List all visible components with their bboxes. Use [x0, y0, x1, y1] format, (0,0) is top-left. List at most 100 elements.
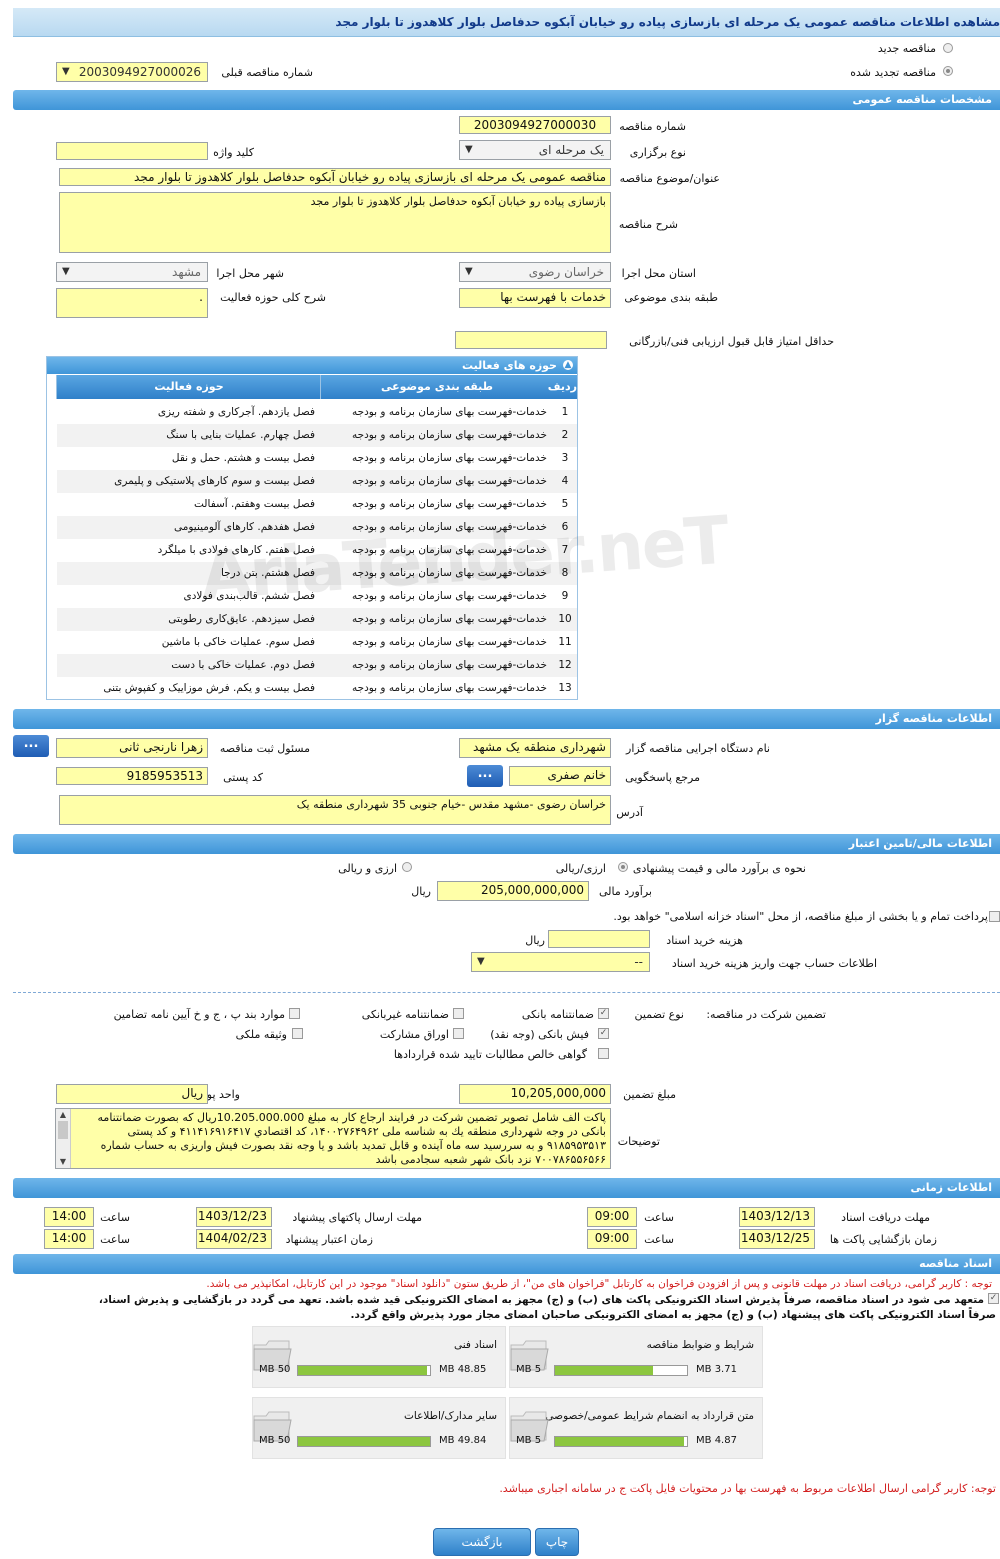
back-button[interactable]: بازگشت — [433, 1528, 531, 1556]
scroll-down-icon[interactable]: ▼ — [56, 1156, 70, 1168]
document-name: شرایط و ضوابط مناقصه — [646, 1339, 754, 1351]
prev-number-select[interactable]: ▼ 2003094927000026 — [56, 62, 208, 82]
new-tender-radio[interactable] — [943, 43, 953, 53]
col-category[interactable]: طبقه بندی موضوعی — [320, 375, 553, 399]
table-row[interactable]: 5 خدمات-فهرست بهای سازمان برنامه و بودجه ف… — [57, 493, 577, 516]
activity-field-cell: فصل چهارم. عملیات بنایی با سنگ — [166, 429, 315, 441]
min-score-field[interactable] — [455, 331, 607, 349]
activity-desc-label: شرح کلی حوزه فعالیت — [220, 291, 326, 304]
chevron-down-icon: ▼ — [477, 956, 485, 967]
commitment-checkbox[interactable]: ✓ — [988, 1293, 999, 1304]
timing-section-title: اطلاعات زمانی — [910, 1181, 992, 1194]
address-textarea[interactable]: خراسان رضوی -مشهد مقدس -خیام جنوبی 35 شه… — [59, 795, 611, 825]
receive-deadline-field[interactable]: 1403/12/13 — [739, 1207, 815, 1227]
estimate-field[interactable]: 205,000,000,000 — [437, 881, 589, 901]
send-time-field[interactable]: 14:00 — [44, 1207, 94, 1227]
opening-field[interactable]: 1403/12/25 — [739, 1229, 815, 1249]
bank-guarantee-checkbox[interactable]: ✓ — [598, 1008, 609, 1019]
province-label: استان محل اجرا — [621, 267, 696, 280]
property-checkbox[interactable] — [292, 1028, 303, 1039]
city-label: شهر محل اجرا — [216, 267, 284, 280]
notes-text: پاکت الف شامل تصویر تضمین شرکت در فرایند… — [97, 1111, 606, 1166]
guarantee-amount-field[interactable]: 10,205,000,000 — [459, 1084, 611, 1104]
document-name: سایر مدارک/اطلاعات — [404, 1410, 497, 1422]
holding-type-select[interactable]: ▼ یک مرحله ای — [459, 140, 611, 160]
renewed-tender-radio[interactable] — [943, 66, 953, 76]
registrar-lookup-button[interactable]: ... — [13, 735, 49, 757]
province-select[interactable]: ▼ خراسان رضوی — [459, 262, 611, 282]
account-value: -- — [634, 955, 643, 969]
table-row[interactable]: 4 خدمات-فهرست بهای سازمان برنامه و بودجه ف… — [57, 470, 577, 493]
table-row[interactable]: 13 خدمات-فهرست بهای سازمان برنامه و بودجه… — [57, 677, 577, 700]
non-bank-guarantee-label: ضمانتنامه غیربانکی — [361, 1008, 449, 1021]
validity-time-field[interactable]: 14:00 — [44, 1229, 94, 1249]
doc-fee-field[interactable] — [548, 930, 650, 948]
row-number-cell: 10 — [558, 613, 572, 625]
description-textarea[interactable]: بازسازی پیاده رو خیابان آبکوه حدفاصل بلو… — [59, 192, 611, 253]
table-row[interactable]: 2 خدمات-فهرست بهای سازمان برنامه و بودجه ف… — [57, 424, 577, 447]
notes-scrollbar[interactable]: ▲ ▼ — [56, 1109, 71, 1168]
table-row[interactable]: 11 خدمات-فهرست بهای سازمان برنامه و بودجه… — [57, 631, 577, 654]
fx-rial-radio[interactable] — [402, 862, 412, 872]
table-row[interactable]: 3 خدمات-فهرست بهای سازمان برنامه و بودجه ف… — [57, 447, 577, 470]
receive-time-field[interactable]: 09:00 — [587, 1207, 637, 1227]
cash-receipt-checkbox[interactable]: ✓ — [598, 1028, 609, 1039]
row-number-cell: 3 — [561, 452, 569, 464]
validity-field[interactable]: 1404/02/23 — [196, 1229, 272, 1249]
contact-lookup-button[interactable]: ... — [467, 765, 503, 787]
notes-textarea[interactable]: پاکت الف شامل تصویر تضمین شرکت در فرایند… — [55, 1108, 611, 1169]
subject-field[interactable]: مناقصه عمومی یک مرحله ای بازسازی پیاده ر… — [59, 168, 611, 186]
send-deadline-field[interactable]: 1403/12/23 — [196, 1207, 272, 1227]
row-number-cell: 4 — [561, 475, 569, 487]
bylaw-items-checkbox[interactable] — [289, 1008, 300, 1019]
document-max-size: 50 MB — [259, 1435, 291, 1446]
document-tile[interactable]: متن قرارداد به انضمام شرایط عمومی/خصوصی 4… — [509, 1397, 763, 1459]
document-tile[interactable]: سایر مدارک/اطلاعات 49.84 MB 50 MB — [252, 1397, 506, 1459]
table-row[interactable]: 10 خدمات-فهرست بهای سازمان برنامه و بودجه… — [57, 608, 577, 631]
scroll-thumb[interactable] — [58, 1121, 68, 1139]
collapse-icon[interactable]: ▲ — [563, 360, 573, 370]
general-section-header: مشخصات مناقصه عمومی — [13, 90, 1000, 110]
opening-time-field[interactable]: 09:00 — [587, 1229, 637, 1249]
estimate-currency: ریال — [411, 885, 431, 898]
account-select[interactable]: ▼ -- — [471, 952, 650, 972]
category-field[interactable]: خدمات با فهرست بها — [459, 288, 611, 308]
document-used-size: 4.87 MB — [696, 1435, 737, 1446]
col-row-number[interactable]: ردیف — [548, 375, 577, 399]
registrar-field[interactable]: زهرا نارنجی ثانی — [56, 738, 208, 758]
document-used-size: 3.71 MB — [696, 1364, 737, 1375]
currency-unit-field[interactable]: ریال — [56, 1084, 208, 1104]
documents-note: توجه : کاربر گرامی، دریافت اسناد در مهلت… — [206, 1278, 992, 1290]
org-name-field[interactable]: شهرداری منطقه یک مشهد — [459, 738, 611, 758]
documents-section-header: اسناد مناقصه — [13, 1254, 1000, 1274]
scroll-up-icon[interactable]: ▲ — [56, 1109, 70, 1121]
keyword-field[interactable] — [56, 142, 208, 160]
min-score-label: حداقل امتیاز قابل قبول ارزیابی فنی/بازرگ… — [629, 335, 834, 348]
treasury-checkbox[interactable] — [989, 911, 1000, 922]
contact-field[interactable]: خانم صفری — [509, 766, 611, 786]
guarantee-participation-label: تضمین شرکت در مناقصه: — [706, 1008, 826, 1021]
document-tile[interactable]: شرایط و ضوابط مناقصه 3.71 MB 5 MB — [509, 1326, 763, 1388]
document-size-fill — [555, 1437, 684, 1446]
non-bank-guarantee-checkbox[interactable] — [453, 1008, 464, 1019]
category-cell: خدمات-فهرست بهای سازمان برنامه و بودجه — [351, 498, 547, 510]
receive-deadline-label: مهلت دریافت اسناد — [841, 1211, 930, 1224]
receivables-checkbox[interactable] — [598, 1048, 609, 1059]
document-tile[interactable]: اسناد فنی 48.85 MB 50 MB — [252, 1326, 506, 1388]
document-name: اسناد فنی — [453, 1339, 497, 1351]
col-activity-field[interactable]: حوزه فعالیت — [56, 375, 321, 399]
activity-field-cell: فصل سوم. عملیات خاکی با ماشین — [161, 636, 315, 648]
table-row[interactable]: 1 خدمات-فهرست بهای سازمان برنامه و بودجه ف… — [57, 401, 577, 424]
activity-desc-field[interactable]: . — [56, 288, 208, 318]
rial-radio[interactable] — [618, 862, 628, 872]
tender-number-label: شماره مناقصه — [619, 120, 686, 133]
print-button[interactable]: چاپ — [535, 1528, 579, 1556]
document-size-bar — [554, 1365, 688, 1376]
tender-number-field[interactable]: 2003094927000030 — [459, 116, 611, 134]
document-size-fill — [555, 1366, 653, 1375]
participation-bonds-checkbox[interactable] — [453, 1028, 464, 1039]
table-row[interactable]: 12 خدمات-فهرست بهای سازمان برنامه و بودجه… — [57, 654, 577, 677]
postal-code-field[interactable]: 9185953513 — [56, 767, 208, 785]
document-name: متن قرارداد به انضمام شرایط عمومی/خصوصی — [545, 1410, 754, 1422]
city-select[interactable]: ▼ مشهد — [56, 262, 208, 282]
